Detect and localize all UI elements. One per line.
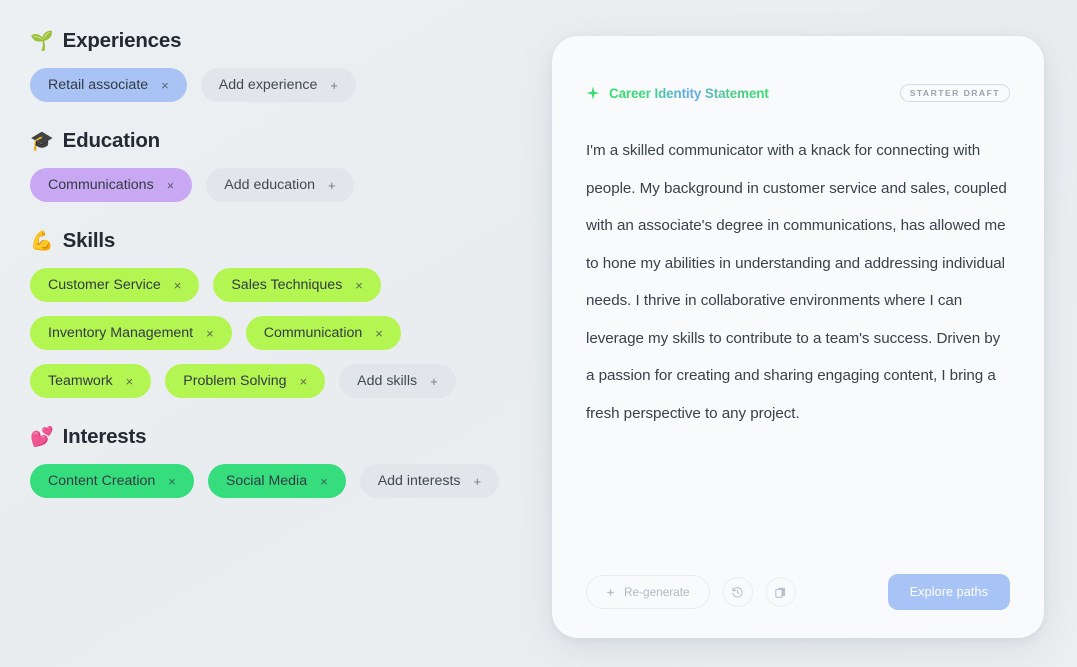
plus-icon: + <box>430 373 438 389</box>
chip-label: Communications <box>48 177 154 193</box>
close-icon[interactable]: × <box>320 475 328 488</box>
close-icon[interactable]: × <box>161 79 169 92</box>
add-experience-button[interactable]: Add experience + <box>200 68 356 102</box>
chip-retail-associate[interactable]: Retail associate × <box>30 68 187 102</box>
history-icon <box>732 586 743 597</box>
copy-icon <box>775 587 786 598</box>
chip-row-education: Communications × Add education + <box>30 168 500 202</box>
close-icon[interactable]: × <box>300 375 308 388</box>
explore-paths-button[interactable]: Explore paths <box>887 574 1010 610</box>
plus-icon: + <box>330 77 338 93</box>
section-title-interests: Interests <box>62 425 147 448</box>
app-screen: 🌱 Experiences Retail associate × Add exp… <box>0 0 1077 667</box>
seedling-icon: 🌱 <box>30 30 54 52</box>
section-skills: 💪 Skills Customer Service × Sales Techni… <box>30 228 500 398</box>
chip-label: Inventory Management <box>48 325 194 341</box>
chip-label: Teamwork <box>48 373 113 389</box>
chip-row-interests: Content Creation × Social Media × Add in… <box>30 464 500 498</box>
section-experiences: 🌱 Experiences Retail associate × Add exp… <box>30 28 500 102</box>
chip-row-experiences: Retail associate × Add experience + <box>30 68 500 102</box>
section-header-interests: 💕 Interests <box>30 424 500 450</box>
chip-inventory-management[interactable]: Inventory Management × <box>30 316 232 350</box>
card-title: Career Identity Statement <box>609 85 769 101</box>
chip-customer-service[interactable]: Customer Service × <box>30 268 200 302</box>
card-header-left: Career Identity Statement <box>586 86 769 101</box>
close-icon[interactable]: × <box>174 279 182 292</box>
section-header-experiences: 🌱 Experiences <box>30 28 500 54</box>
add-interests-button[interactable]: Add interests + <box>359 464 500 498</box>
card-action-bar: Re-generate Explore paths <box>586 574 1010 610</box>
close-icon[interactable]: × <box>355 279 363 292</box>
section-title-education: Education <box>62 129 160 152</box>
add-education-label: Add education <box>224 177 315 193</box>
chip-label: Social Media <box>225 473 308 489</box>
flexed-biceps-icon: 💪 <box>30 230 54 252</box>
career-statement-text: I'm a skilled communicator with a knack … <box>586 142 1007 422</box>
career-identity-card: Career Identity Statement STARTER DRAFT … <box>552 36 1044 638</box>
chip-sales-techniques[interactable]: Sales Techniques × <box>213 268 381 302</box>
chip-label: Sales Techniques <box>231 277 343 293</box>
chip-row-skills: Customer Service × Sales Techniques × In… <box>30 268 500 398</box>
chip-label: Communication <box>263 325 363 341</box>
section-header-skills: 💪 Skills <box>30 228 500 254</box>
add-skills-label: Add skills <box>357 373 418 389</box>
status-badge: STARTER DRAFT <box>899 84 1010 102</box>
chip-teamwork[interactable]: Teamwork × <box>30 364 152 398</box>
plus-icon: + <box>327 177 336 193</box>
add-experience-label: Add experience <box>218 77 318 93</box>
chip-label: Retail associate <box>48 77 149 93</box>
section-title-experiences: Experiences <box>62 29 182 52</box>
section-interests: 💕 Interests Content Creation × Social Me… <box>30 424 500 498</box>
close-icon[interactable]: × <box>206 327 214 340</box>
add-interests-label: Add interests <box>377 473 461 489</box>
section-title-skills: Skills <box>62 229 116 252</box>
chip-label: Problem Solving <box>183 373 287 389</box>
chip-label: Content Creation <box>48 473 156 489</box>
close-icon[interactable]: × <box>167 179 175 192</box>
plus-icon: + <box>473 473 482 489</box>
chip-communications[interactable]: Communications × <box>30 168 193 202</box>
sparkle-icon <box>586 86 600 100</box>
regenerate-button[interactable]: Re-generate <box>586 575 710 609</box>
section-education: 🎓 Education Communications × Add educati… <box>30 128 500 202</box>
add-skills-button[interactable]: Add skills + <box>339 364 456 398</box>
chip-label: Customer Service <box>48 277 161 293</box>
graduation-cap-icon: 🎓 <box>30 130 54 152</box>
chip-communication[interactable]: Communication × <box>245 316 401 350</box>
sparkle-icon <box>606 587 615 597</box>
profile-attributes-panel: 🌱 Experiences Retail associate × Add exp… <box>0 0 520 667</box>
add-education-button[interactable]: Add education + <box>206 168 354 202</box>
section-header-education: 🎓 Education <box>30 128 500 154</box>
copy-button[interactable] <box>765 577 796 607</box>
two-hearts-icon: 💕 <box>30 426 54 448</box>
close-icon[interactable]: × <box>126 375 134 388</box>
close-icon[interactable]: × <box>375 327 383 340</box>
regenerate-label: Re-generate <box>624 585 690 599</box>
chip-problem-solving[interactable]: Problem Solving × <box>165 364 326 398</box>
chip-social-media[interactable]: Social Media × <box>207 464 346 498</box>
card-header: Career Identity Statement STARTER DRAFT <box>586 82 1010 104</box>
close-icon[interactable]: × <box>168 475 176 488</box>
chip-content-creation[interactable]: Content Creation × <box>30 464 194 498</box>
history-button[interactable] <box>722 577 753 607</box>
